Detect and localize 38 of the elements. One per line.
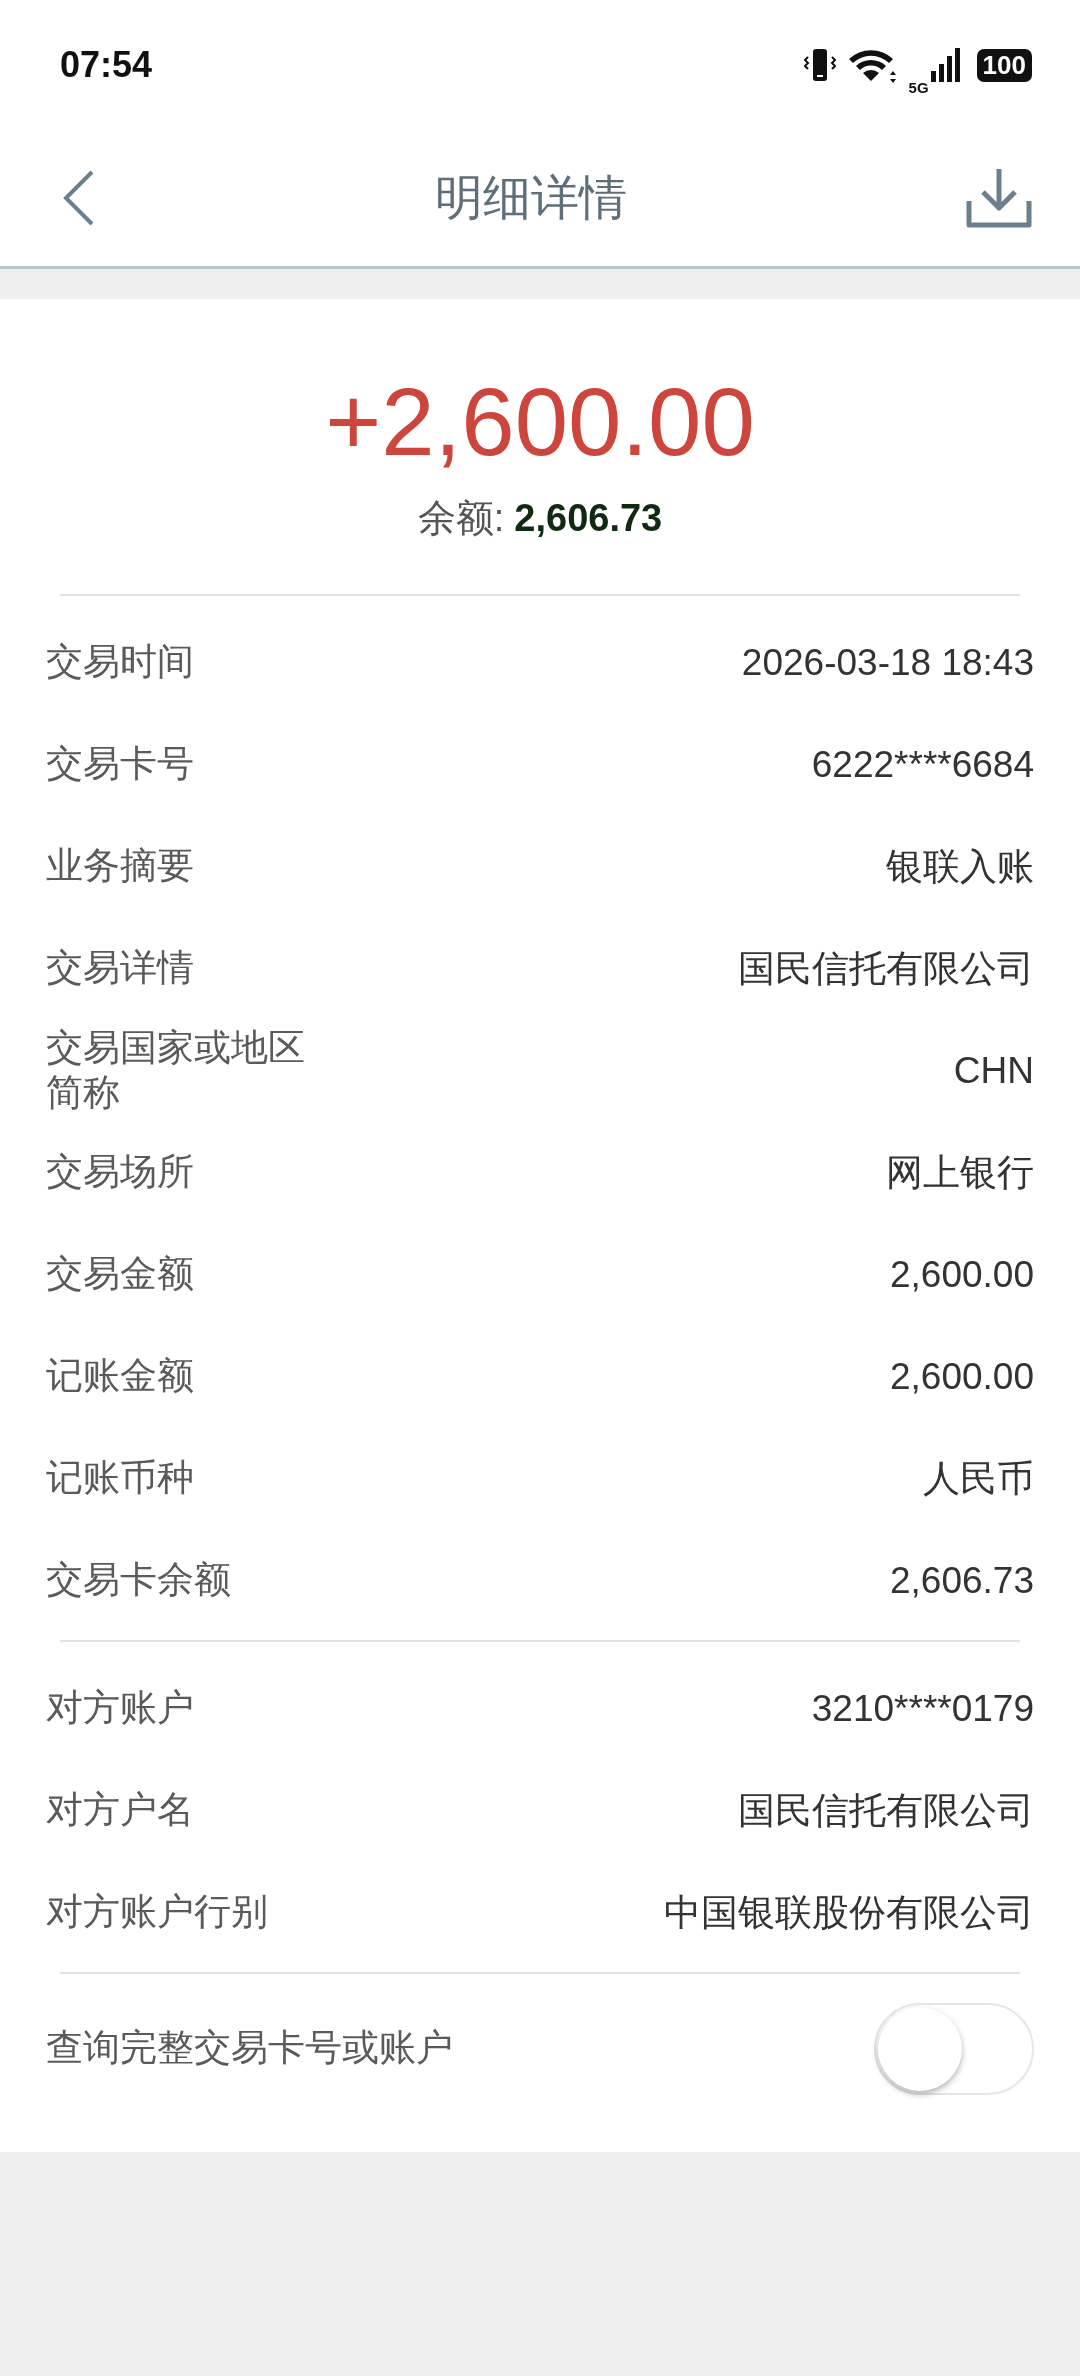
detail-value: 3210****0179: [811, 1687, 1034, 1730]
detail-label: 交易卡余额: [46, 1558, 231, 1603]
detail-label: 交易国家或地区简称: [46, 1026, 306, 1115]
detail-label: 交易卡号: [46, 742, 194, 787]
detail-value: 2026-03-18 18:43: [741, 641, 1034, 684]
detail-label: 对方账户行别: [46, 1890, 268, 1935]
network-label: 5G: [908, 78, 929, 96]
back-icon[interactable]: [62, 168, 96, 228]
detail-value: 2,600.00: [889, 1253, 1034, 1296]
detail-value: 2,606.73: [889, 1559, 1034, 1602]
signal-icon: [930, 47, 961, 83]
balance-value: 2,606.73: [514, 496, 663, 540]
detail-value: 银联入账: [886, 844, 1034, 889]
detail-value: CHN: [953, 1049, 1034, 1092]
balance-label: 余额:: [417, 495, 505, 541]
detail-label: 记账金额: [46, 1354, 194, 1399]
page-title: 明细详情: [435, 170, 627, 226]
battery-indicator: 100: [976, 48, 1032, 82]
detail-label: 交易金额: [46, 1252, 194, 1297]
detail-label: 交易详情: [46, 946, 194, 991]
toggle-label: 查询完整交易卡号或账户: [46, 2026, 453, 2071]
detail-value: 国民信托有限公司: [738, 946, 1034, 991]
detail-label: 交易时间: [46, 640, 194, 685]
detail-label: 交易场所: [46, 1150, 194, 1195]
download-icon[interactable]: [966, 167, 1032, 229]
status-time: 07:54: [60, 44, 153, 86]
detail-label: 对方户名: [46, 1788, 194, 1833]
detail-value: 网上银行: [886, 1150, 1034, 1195]
detail-value: 人民币: [923, 1456, 1034, 1501]
detail-label: 记账币种: [46, 1456, 194, 1501]
detail-value: 国民信托有限公司: [738, 1788, 1034, 1833]
transaction-amount: +2,600.00: [325, 369, 755, 475]
vibrate-icon: [802, 47, 837, 83]
detail-label: 对方账户: [46, 1686, 194, 1731]
detail-value: 中国银联股份有限公司: [664, 1890, 1034, 1935]
detail-label: 业务摘要: [46, 844, 194, 889]
detail-value: 2,600.00: [889, 1355, 1034, 1398]
detail-value: 6222****6684: [811, 743, 1034, 786]
